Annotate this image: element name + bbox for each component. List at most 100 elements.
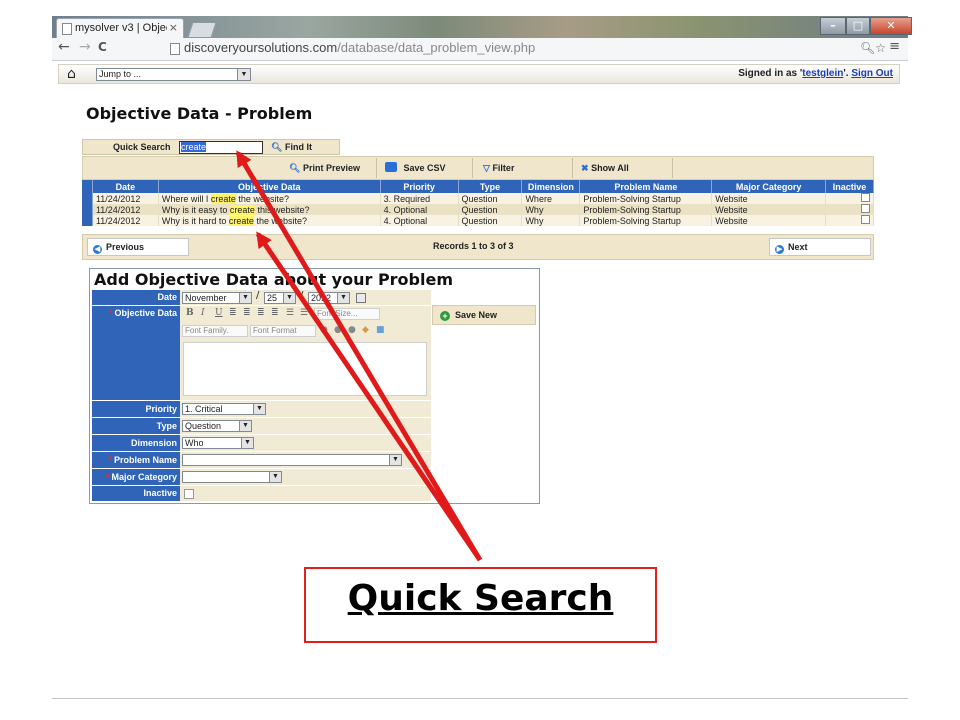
- home-icon[interactable]: ⌂: [67, 66, 76, 82]
- image-icon[interactable]: ◆: [362, 325, 369, 335]
- day-select[interactable]: 25 ▼: [264, 292, 296, 304]
- forward-arrow-icon[interactable]: →: [79, 39, 91, 55]
- chevron-down-icon[interactable]: ▼: [241, 438, 253, 448]
- html-icon[interactable]: ■: [376, 325, 385, 335]
- chevron-down-icon[interactable]: ▼: [283, 293, 295, 303]
- show-all-button[interactable]: ✖ Show All: [573, 158, 673, 178]
- italic-button[interactable]: I: [201, 308, 205, 318]
- objective-editor: B I U ≣ ≣ ≣ ≣ ☰ ☰ Font Size... Font Fami…: [180, 306, 431, 401]
- dimension-cell: Why: [521, 215, 581, 226]
- align-center-icon[interactable]: ≣: [243, 308, 251, 318]
- chevron-down-icon[interactable]: ▼: [253, 404, 265, 414]
- priority-select[interactable]: 1. Critical ▼: [182, 403, 266, 415]
- font-format-select[interactable]: Font Format: [250, 325, 316, 337]
- row-selector[interactable]: [82, 193, 93, 204]
- browser-navbar: ← → C discoveryoursolutions.com/database…: [52, 38, 908, 61]
- bullet-list-icon[interactable]: ☰: [286, 308, 294, 318]
- font-size-select[interactable]: Font Size...: [314, 308, 380, 320]
- align-right-icon[interactable]: ≣: [257, 308, 265, 318]
- chevron-down-icon[interactable]: ▼: [337, 293, 349, 303]
- save-csv-button[interactable]: Save CSV: [377, 158, 473, 178]
- callout-box: Quick Search: [304, 567, 657, 643]
- column-header[interactable]: Date: [92, 180, 159, 193]
- text-color-icon[interactable]: ●: [320, 325, 328, 335]
- maximize-button[interactable]: □: [846, 17, 870, 35]
- column-header[interactable]: Problem Name: [579, 180, 713, 193]
- previous-button[interactable]: ◀ Previous: [87, 238, 189, 256]
- objective-cell: Why is it hard to create the website?: [158, 215, 381, 226]
- divider: [52, 698, 908, 699]
- row-selector[interactable]: [82, 215, 93, 226]
- number-list-icon[interactable]: ☰: [300, 308, 308, 318]
- grid-toolbar: 🔍︎ Print Preview Save CSV ▽ Filter ✖ Sho…: [82, 156, 874, 180]
- column-header[interactable]: Objective Data: [158, 180, 381, 193]
- year-select[interactable]: 2012 ▼: [308, 292, 350, 304]
- calendar-icon[interactable]: [356, 293, 366, 303]
- find-it-button[interactable]: 🔍︎ Find It: [271, 142, 312, 153]
- column-header[interactable]: Major Category: [711, 180, 826, 193]
- dimension-select[interactable]: Who ▼: [182, 437, 254, 449]
- back-arrow-icon[interactable]: ←: [58, 39, 70, 55]
- minimize-button[interactable]: –: [820, 17, 846, 35]
- font-size-value: Font Size...: [317, 309, 358, 318]
- chevron-down-icon[interactable]: ▼: [239, 293, 251, 303]
- tab-close-icon[interactable]: ×: [169, 21, 178, 34]
- date-cell: 11/24/2012: [92, 215, 159, 226]
- major-category-select[interactable]: ▼: [182, 471, 282, 483]
- browser-menu-icon[interactable]: ≡: [889, 39, 900, 54]
- bold-button[interactable]: B: [186, 308, 194, 318]
- table-row[interactable]: 11/24/2012 Why is it easy to create this…: [82, 204, 874, 215]
- print-preview-button[interactable]: 🔍︎ Print Preview: [273, 158, 377, 178]
- problem-name-select[interactable]: ▼: [182, 454, 402, 466]
- objective-label-text: Objective Data: [114, 308, 177, 318]
- priority-label: Priority: [92, 401, 180, 418]
- link-icon[interactable]: ●: [348, 325, 356, 335]
- sign-out-link[interactable]: Sign Out: [851, 68, 893, 79]
- browser-tab[interactable]: mysolver v3 | Objecti ×: [56, 18, 184, 38]
- font-family-select[interactable]: Font Family.: [182, 325, 248, 337]
- chevron-down-icon[interactable]: ▼: [237, 69, 250, 80]
- close-window-button[interactable]: ✕: [870, 17, 912, 35]
- objective-text: Where will I: [161, 193, 211, 204]
- zoom-star-icon[interactable]: 🔍︎☆: [860, 41, 886, 55]
- chevron-down-icon[interactable]: ▼: [389, 455, 401, 465]
- objective-textarea[interactable]: [183, 342, 427, 396]
- table-row[interactable]: 11/24/2012 Why is it hard to create the …: [82, 215, 874, 226]
- filter-button[interactable]: ▽ Filter: [473, 158, 573, 178]
- month-select[interactable]: November ▼: [182, 292, 252, 304]
- username-link[interactable]: testglein: [802, 68, 843, 79]
- column-header[interactable]: Dimension: [521, 180, 581, 193]
- inactive-checkbox[interactable]: [861, 204, 870, 213]
- objective-text: this website?: [254, 204, 310, 215]
- underline-button[interactable]: U: [215, 308, 223, 318]
- quick-search-input[interactable]: create: [179, 141, 263, 154]
- column-header[interactable]: Priority: [380, 180, 459, 193]
- quick-search-bar: Quick Search create 🔍︎ Find It: [82, 139, 340, 155]
- next-button[interactable]: ▶ Next: [769, 238, 871, 256]
- table-row[interactable]: 11/24/2012 Where will I create the websi…: [82, 193, 874, 204]
- chevron-down-icon[interactable]: ▼: [269, 472, 281, 482]
- row-selector[interactable]: [82, 204, 93, 215]
- problem-cell: Problem-Solving Startup: [579, 204, 713, 215]
- justify-icon[interactable]: ≣: [271, 308, 279, 318]
- save-icon: [385, 162, 397, 172]
- chevron-down-icon[interactable]: ▼: [239, 421, 251, 431]
- reload-icon[interactable]: C: [98, 40, 107, 54]
- align-left-icon[interactable]: ≣: [229, 308, 237, 318]
- inactive-checkbox[interactable]: [861, 193, 870, 202]
- problem-cell: Problem-Solving Startup: [579, 215, 713, 226]
- column-header[interactable]: Type: [458, 180, 523, 193]
- type-select[interactable]: Question ▼: [182, 420, 252, 432]
- required-mark: *: [108, 308, 113, 318]
- inactive-checkbox[interactable]: [861, 215, 870, 224]
- save-new-button[interactable]: + Save New: [432, 305, 536, 325]
- bg-color-icon[interactable]: ●: [334, 325, 342, 335]
- tab-title: mysolver v3 | Objecti: [75, 22, 167, 34]
- inactive-checkbox[interactable]: [184, 489, 194, 499]
- column-header[interactable]: Inactive: [825, 180, 874, 193]
- jump-to-select[interactable]: Jump to ... ▼: [96, 68, 251, 81]
- year-value: 2012: [311, 293, 332, 303]
- objective-text: Why is it hard to: [161, 215, 229, 226]
- address-bar[interactable]: discoveryoursolutions.com/database/data_…: [164, 40, 904, 57]
- font-format-value: Font Format: [253, 326, 297, 335]
